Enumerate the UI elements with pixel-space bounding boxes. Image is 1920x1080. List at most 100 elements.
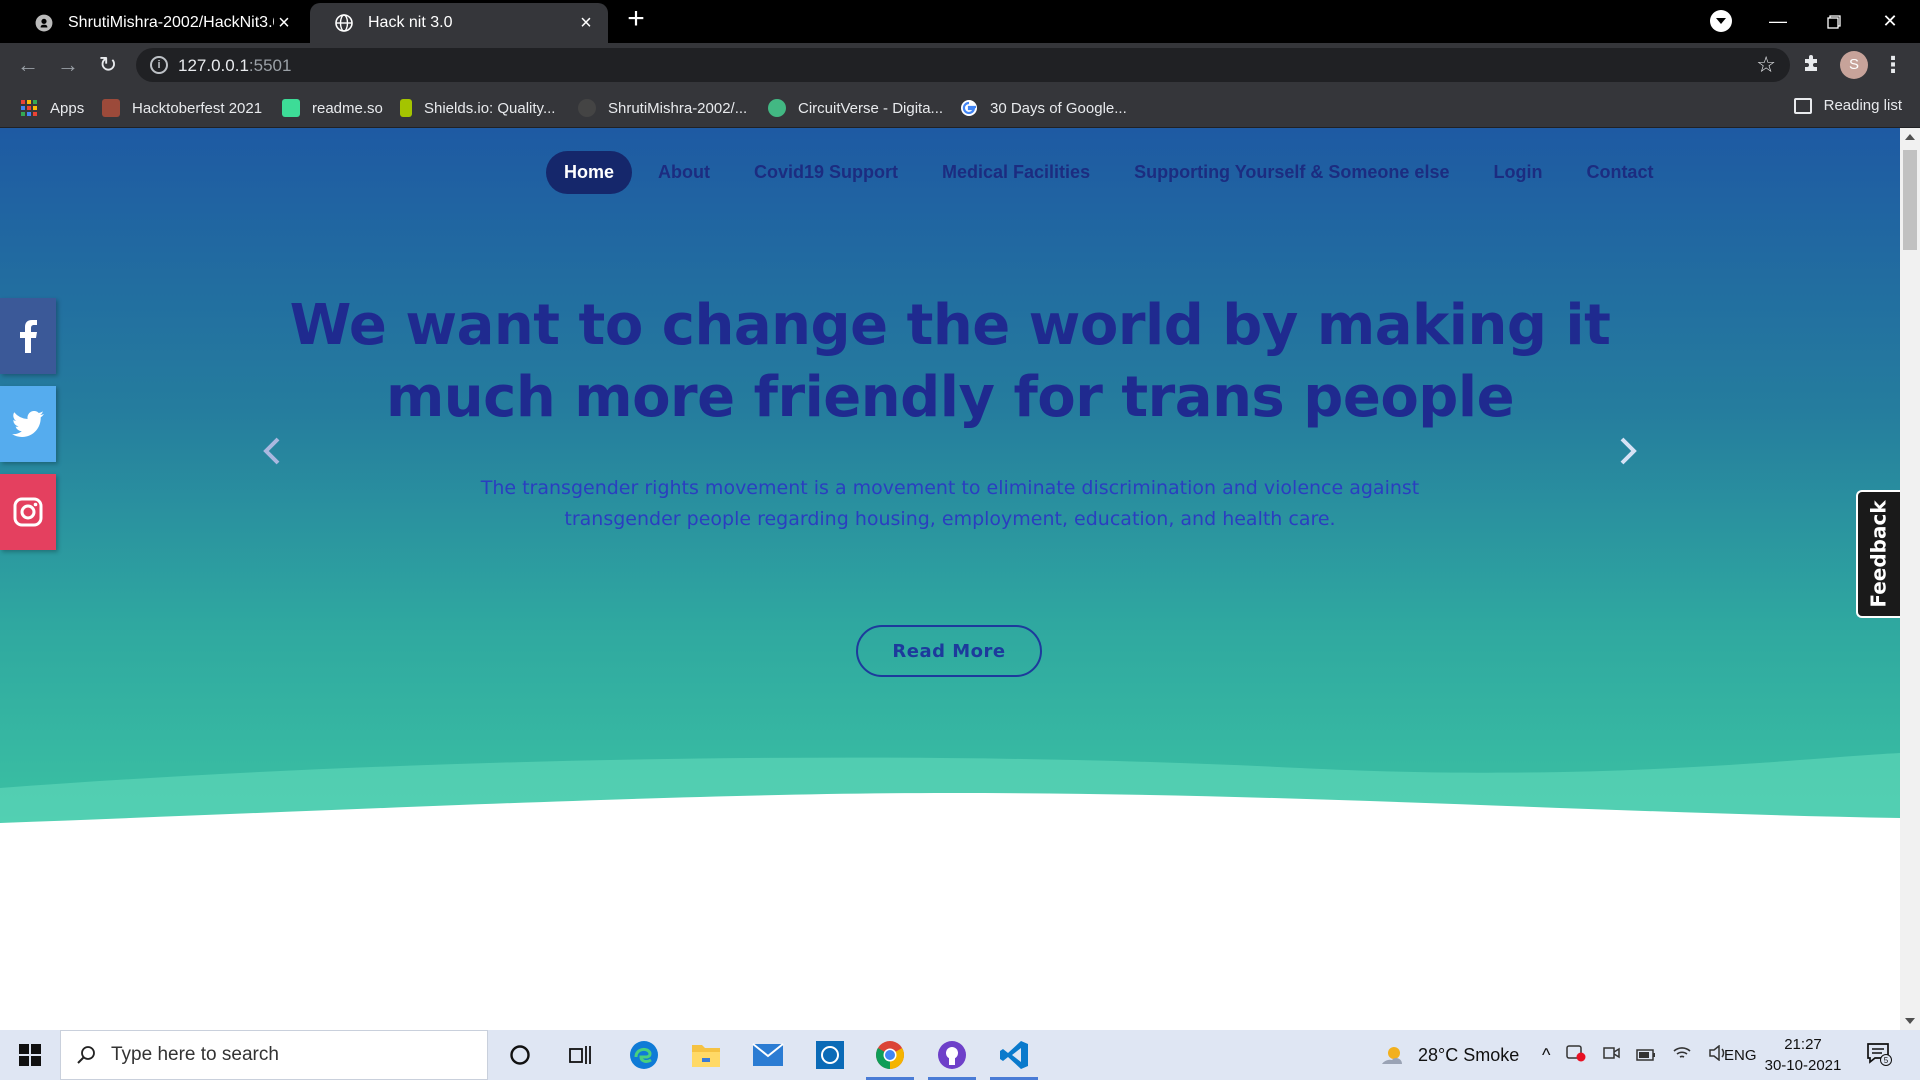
shields-icon <box>400 99 412 117</box>
tab-search-icon[interactable] <box>1710 10 1732 32</box>
scroll-up-icon[interactable] <box>1905 134 1915 140</box>
bookmark-label: ShrutiMishra-2002/... <box>608 99 748 117</box>
weather-text: 28°C Smoke <box>1418 1044 1520 1065</box>
bookmarks-bar: Apps Hacktoberfest 2021 readme.so Shield… <box>0 87 1920 128</box>
github-desktop-icon[interactable] <box>924 1035 980 1080</box>
scroll-down-icon[interactable] <box>1905 1018 1915 1024</box>
minimize-icon[interactable]: — <box>1750 0 1806 43</box>
page-scrollbar[interactable] <box>1900 128 1920 1030</box>
hero-subtext: The transgender rights movement is a mov… <box>480 477 1420 530</box>
bookmark-label: Apps <box>50 99 85 117</box>
input-language[interactable]: ENG <box>1724 1030 1757 1080</box>
close-tab-icon[interactable]: × <box>576 12 596 34</box>
weather-icon <box>1382 1047 1402 1064</box>
nav-contact[interactable]: Contact <box>1568 151 1671 194</box>
feedback-label: Feedback <box>1867 500 1892 608</box>
bookmark-label: Shields.io: Quality... <box>424 99 556 117</box>
globe-icon <box>334 13 354 33</box>
read-more-button[interactable]: Read More <box>856 625 1042 677</box>
nav-login[interactable]: Login <box>1475 151 1560 194</box>
page-viewport: Home About Covid19 Support Medical Facil… <box>0 128 1920 1030</box>
bookmark-label: 30 Days of Google... <box>990 99 1127 117</box>
bookmark-github-profile[interactable]: ShrutiMishra-2002/... <box>578 97 747 119</box>
extensions-icon[interactable] <box>1800 53 1824 77</box>
tab-title: ShrutiMishra-2002/HackNit3.0project <box>68 14 274 31</box>
notification-center-icon[interactable]: 5 <box>1866 1042 1892 1066</box>
reading-list-icon <box>1793 97 1812 114</box>
github-icon <box>578 99 596 117</box>
system-tray: ^ <box>1542 1030 1728 1080</box>
address-bar[interactable]: i 127.0.0.1:5501 ☆ <box>136 48 1790 82</box>
browser-tab-strip: ShrutiMishra-2002/HackNit3.0project × Ha… <box>0 0 1920 43</box>
hero-wave-divider <box>0 753 1900 868</box>
nav-home[interactable]: Home <box>546 151 633 194</box>
bookmark-google[interactable]: 30 Days of Google... <box>960 97 1127 119</box>
bookmark-star-icon[interactable]: ☆ <box>1756 52 1776 78</box>
tab-github-project[interactable]: ShrutiMishra-2002/HackNit3.0project × <box>10 3 306 43</box>
readme-icon <box>282 99 300 117</box>
new-tab-button[interactable]: + <box>622 4 650 34</box>
facebook-link[interactable] <box>0 298 56 374</box>
close-tab-icon[interactable]: × <box>274 12 294 34</box>
profile-avatar[interactable]: S <box>1840 51 1868 79</box>
vscode-icon[interactable] <box>986 1035 1042 1080</box>
nav-about[interactable]: About <box>640 151 728 194</box>
wifi-icon[interactable] <box>1672 1045 1692 1066</box>
svg-text:5: 5 <box>1884 1056 1889 1065</box>
defender-alert-icon[interactable] <box>1566 1044 1586 1067</box>
nav-covid19-support[interactable]: Covid19 Support <box>736 151 916 194</box>
chrome-taskbar-icon[interactable] <box>862 1035 918 1080</box>
twitter-link[interactable] <box>0 386 56 462</box>
bookmark-circuitverse[interactable]: CircuitVerse - Digita... <box>768 97 943 119</box>
reading-list-label: Reading list <box>1823 97 1902 114</box>
carousel-next-icon[interactable] <box>1608 423 1648 479</box>
tab-hack-nit[interactable]: Hack nit 3.0 × <box>310 3 608 43</box>
feedback-tab[interactable]: Feedback <box>1856 490 1900 618</box>
bookmark-label: readme.so <box>312 99 383 117</box>
dell-app-icon[interactable] <box>802 1035 858 1075</box>
mail-icon[interactable] <box>740 1035 796 1075</box>
tray-chevron-icon[interactable]: ^ <box>1542 1045 1550 1066</box>
reading-list-button[interactable]: Reading list <box>1793 97 1902 114</box>
bookmark-label: Hacktoberfest 2021 <box>132 99 263 117</box>
tab-title: Hack nit 3.0 <box>368 14 453 31</box>
scrollbar-thumb[interactable] <box>1903 150 1917 250</box>
cortana-icon[interactable] <box>492 1035 548 1075</box>
instagram-link[interactable] <box>0 474 56 550</box>
bookmark-readme[interactable]: readme.so <box>282 97 383 119</box>
taskbar-search-input[interactable]: Type here to search <box>60 1030 488 1080</box>
windows-start-icon[interactable] <box>10 1040 50 1070</box>
edge-icon[interactable] <box>616 1035 672 1075</box>
nav-supporting-yourself[interactable]: Supporting Yourself & Someone else <box>1116 151 1467 194</box>
windows-taskbar: Type here to search 28°C Smoke ^ ENG 21:… <box>0 1030 1920 1080</box>
browser-toolbar: ← → ↻ i 127.0.0.1:5501 ☆ S ⋮ <box>0 43 1920 87</box>
close-window-icon[interactable]: ✕ <box>1862 0 1918 43</box>
reload-icon[interactable]: ↻ <box>94 51 122 79</box>
bookmark-shields[interactable]: Shields.io: Quality... <box>400 97 555 119</box>
task-view-icon[interactable] <box>552 1035 608 1075</box>
meet-now-icon[interactable] <box>1602 1044 1621 1067</box>
restore-icon[interactable] <box>1806 0 1862 43</box>
clock-date: 30-10-2021 <box>1764 1057 1842 1074</box>
battery-icon[interactable] <box>1636 1045 1656 1066</box>
chrome-menu-icon[interactable]: ⋮ <box>1882 51 1904 79</box>
facebook-icon <box>20 320 37 353</box>
hero-headline: We want to change the world by making it… <box>289 293 1611 430</box>
carousel-prev-icon[interactable] <box>252 423 292 479</box>
apps-grid-icon <box>20 99 38 117</box>
instagram-icon <box>13 497 43 527</box>
search-placeholder: Type here to search <box>111 1044 279 1065</box>
bookmark-hacktoberfest[interactable]: Hacktoberfest 2021 <box>102 97 262 119</box>
forward-icon[interactable]: → <box>54 51 82 79</box>
twitter-icon <box>12 411 44 437</box>
bookmark-apps[interactable]: Apps <box>20 97 84 119</box>
nav-medical-facilities[interactable]: Medical Facilities <box>924 151 1108 194</box>
weather-widget[interactable]: 28°C Smoke <box>1380 1030 1519 1080</box>
search-icon <box>75 1044 97 1066</box>
site-info-icon[interactable]: i <box>150 56 168 74</box>
clock-time: 21:27 <box>1784 1036 1822 1053</box>
back-icon[interactable]: ← <box>14 51 42 79</box>
taskbar-clock[interactable]: 21:27 30-10-2021 <box>1762 1034 1844 1076</box>
file-explorer-icon[interactable] <box>678 1035 734 1075</box>
google-icon <box>960 99 978 117</box>
